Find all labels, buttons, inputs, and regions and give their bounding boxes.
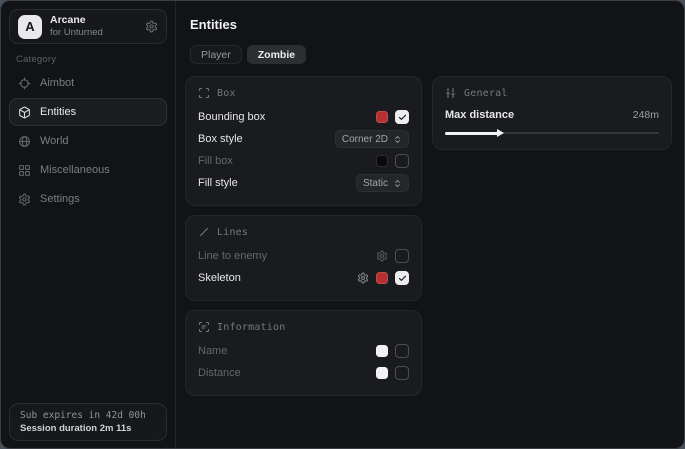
session-duration-text: Session duration 2m 11s: [20, 423, 156, 434]
setting-label: Fill box: [198, 155, 233, 167]
fill-box-row: Fill box: [198, 150, 409, 172]
sidebar-item-label: Miscellaneous: [40, 164, 110, 176]
sidebar-item-label: World: [40, 135, 69, 147]
section-title: Box: [217, 88, 236, 99]
fill-style-row: Fill style Static: [198, 172, 409, 194]
color-swatch[interactable]: [376, 367, 388, 379]
distance-checkbox[interactable]: [395, 366, 409, 380]
setting-label: Line to enemy: [198, 250, 267, 262]
sidebar-nav: Aimbot Entities World Miscellaneous: [1, 69, 175, 213]
sidebar-item-entities[interactable]: Entities: [9, 98, 167, 126]
setting-label: Max distance: [445, 109, 514, 121]
lines-section: Lines Line to enemy Skeleton: [185, 215, 422, 301]
section-title: General: [464, 88, 508, 99]
name-checkbox[interactable]: [395, 344, 409, 358]
globe-icon: [18, 135, 31, 148]
sidebar: A Arcane for Unturned Category Aimbot: [1, 1, 176, 448]
grid-icon: [18, 164, 31, 177]
chevrons-up-down-icon: [393, 135, 402, 144]
name-row: Name: [198, 340, 409, 362]
app-name: Arcane: [50, 15, 137, 27]
target-tabs: Player Zombie: [190, 45, 672, 64]
max-distance-value: 248m: [633, 109, 659, 121]
scan-icon: [198, 87, 210, 99]
section-title: Lines: [217, 227, 248, 238]
page-title: Entities: [190, 17, 672, 32]
slider-thumb[interactable]: [497, 129, 504, 137]
bounding-box-checkbox[interactable]: [395, 110, 409, 124]
box-icon: [18, 106, 31, 119]
setting-label: Distance: [198, 367, 241, 379]
scan-text-icon: [198, 321, 210, 333]
slider-fill: [445, 132, 499, 135]
color-swatch[interactable]: [376, 272, 388, 284]
fill-box-checkbox[interactable]: [395, 154, 409, 168]
app-header: A Arcane for Unturned: [9, 9, 167, 44]
line-to-enemy-row: Line to enemy: [198, 245, 409, 267]
app-subtitle: for Unturned: [50, 28, 137, 38]
chevrons-up-down-icon: [393, 179, 402, 188]
check-icon: [398, 113, 407, 122]
box-style-row: Box style Corner 2D: [198, 128, 409, 150]
gear-icon[interactable]: [145, 20, 158, 33]
line-icon: [198, 226, 210, 238]
color-swatch[interactable]: [376, 345, 388, 357]
category-label: Category: [16, 54, 175, 65]
setting-label: Box style: [198, 133, 243, 145]
sidebar-item-aimbot[interactable]: Aimbot: [9, 69, 167, 97]
general-section: General Max distance 248m: [432, 76, 672, 150]
setting-label: Skeleton: [198, 272, 241, 284]
max-distance-row: Max distance 248m: [445, 106, 659, 124]
crosshair-icon: [18, 77, 31, 90]
setting-label: Name: [198, 345, 227, 357]
skeleton-checkbox[interactable]: [395, 271, 409, 285]
sidebar-item-world[interactable]: World: [9, 127, 167, 155]
arcane-window: A Arcane for Unturned Category Aimbot: [0, 0, 685, 449]
sidebar-item-label: Entities: [40, 106, 76, 118]
setting-label: Bounding box: [198, 111, 265, 123]
sidebar-item-miscellaneous[interactable]: Miscellaneous: [9, 156, 167, 184]
gear-icon[interactable]: [376, 250, 388, 262]
app-logo: A: [18, 15, 42, 39]
fill-style-select[interactable]: Static: [356, 174, 409, 192]
sub-expires-text: Sub expires in 42d 00h: [20, 410, 156, 421]
setting-label: Fill style: [198, 177, 238, 189]
select-value: Static: [363, 178, 388, 189]
distance-row: Distance: [198, 362, 409, 384]
sidebar-item-label: Settings: [40, 193, 80, 205]
sidebar-item-settings[interactable]: Settings: [9, 185, 167, 213]
select-value: Corner 2D: [342, 134, 388, 145]
line-to-enemy-checkbox[interactable]: [395, 249, 409, 263]
skeleton-row: Skeleton: [198, 267, 409, 289]
color-swatch[interactable]: [376, 111, 388, 123]
color-swatch[interactable]: [376, 155, 388, 167]
sidebar-item-label: Aimbot: [40, 77, 74, 89]
main-content: Entities Player Zombie Box Bounding box: [176, 1, 685, 448]
box-section: Box Bounding box Box style: [185, 76, 422, 206]
max-distance-slider[interactable]: [445, 128, 659, 138]
check-icon: [398, 274, 407, 283]
sliders-icon: [445, 87, 457, 99]
information-section: Information Name Distance: [185, 310, 422, 396]
box-style-select[interactable]: Corner 2D: [335, 130, 409, 148]
tab-zombie[interactable]: Zombie: [247, 45, 306, 64]
section-title: Information: [217, 322, 285, 333]
tab-player[interactable]: Player: [190, 45, 242, 64]
subscription-info: Sub expires in 42d 00h Session duration …: [9, 403, 167, 441]
gear-icon: [18, 193, 31, 206]
bounding-box-row: Bounding box: [198, 106, 409, 128]
gear-icon[interactable]: [357, 272, 369, 284]
